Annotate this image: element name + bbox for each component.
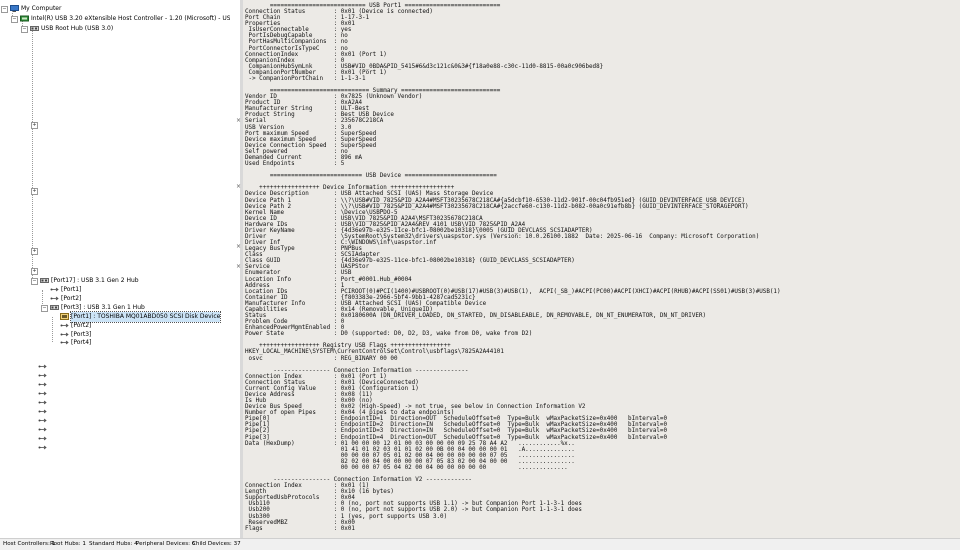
usb-port-icon <box>60 331 69 338</box>
status-child-devices: Child Devices: 37 <box>192 541 241 547</box>
report-line: Location IDs : PCIROOT(0)#PCI(1400)#USBR… <box>245 288 781 295</box>
tree-node-label: USB Root Hub (USB 3.0) <box>41 25 114 32</box>
tree-expander-icon[interactable]: + <box>31 188 38 195</box>
collapsed-tree-node[interactable]: + <box>0 246 38 256</box>
close-icon[interactable]: × <box>236 243 241 250</box>
status-standard-hubs: Standard Hubs: 4 <box>89 541 138 547</box>
tree-node-label: My Computer <box>21 5 62 12</box>
collapsed-tree-node[interactable]: + <box>0 266 38 276</box>
tree-node-label: Intel(R) USB 3.20 eXtensible Host Contro… <box>31 15 240 22</box>
usb-port-icon <box>38 436 47 455</box>
usb-port-icon <box>50 286 59 293</box>
report-line: Device Path 1 : \\?\USB#VID_7825&PID_A2A… <box>245 197 746 204</box>
tree-expander-icon[interactable]: − <box>31 278 38 285</box>
report-line: Flags : 0x01 <box>245 525 355 532</box>
computer-icon <box>10 5 19 12</box>
usb-port-icon <box>60 322 69 329</box>
usb-hub-icon <box>50 304 59 311</box>
usb-port-icon <box>50 295 59 302</box>
collapsed-tree-node[interactable]: + <box>0 186 38 196</box>
status-host-controllers: Host Controllers: 1 <box>3 541 56 547</box>
tree-expander-icon[interactable]: − <box>41 305 48 312</box>
tree-node[interactable]: − USB Root Hub (USB 3.0) <box>0 24 240 34</box>
tree-expander-icon[interactable]: + <box>31 122 38 129</box>
collapsed-tree-node[interactable]: + <box>0 120 38 130</box>
report-pane[interactable]: =========================== USB Port1 ==… <box>243 0 960 538</box>
close-icon[interactable]: × <box>236 263 241 270</box>
tree-node[interactable]: [Port4] <box>0 338 240 348</box>
status-root-hubs: Root Hubs: 1 <box>50 541 86 547</box>
host-controller-icon <box>20 15 29 22</box>
status-bar: Host Controllers: 1 Root Hubs: 1 Standar… <box>0 538 960 550</box>
usb-hub-icon <box>40 277 49 284</box>
tree-expander-icon[interactable]: + <box>31 268 38 275</box>
tree-connector-line <box>32 30 33 280</box>
tree-expander-icon[interactable]: − <box>21 26 28 33</box>
close-icon[interactable]: × <box>236 117 241 124</box>
tree-expander-icon[interactable]: − <box>1 6 8 13</box>
tree-node[interactable]: − Intel(R) USB 3.20 eXtensible Host Contr… <box>0 14 240 24</box>
report-line: Device Path 2 : \\?\USB#VID_7825&PID_A2A… <box>245 203 749 210</box>
tree-node-label: [Port4] <box>71 339 92 346</box>
usbtreeview-window: − My Computer − Intel(R) USB 3.20 eXtensibl… <box>0 0 960 550</box>
tree-node[interactable]: − My Computer <box>0 4 240 14</box>
close-icon[interactable]: × <box>236 183 241 190</box>
usb-hub-icon <box>30 25 39 32</box>
device-report-text[interactable]: =========================== USB Port1 ==… <box>245 3 781 532</box>
tree-expander-icon[interactable]: − <box>11 16 18 23</box>
tree-expander-icon[interactable]: + <box>31 248 38 255</box>
status-peripheral-devices: Peripheral Devices: 6 <box>136 541 196 547</box>
device-tree-pane[interactable]: − My Computer − Intel(R) USB 3.20 eXtensibl… <box>0 0 240 538</box>
usb-port-icon <box>60 339 69 346</box>
usb-device-icon <box>60 313 69 320</box>
